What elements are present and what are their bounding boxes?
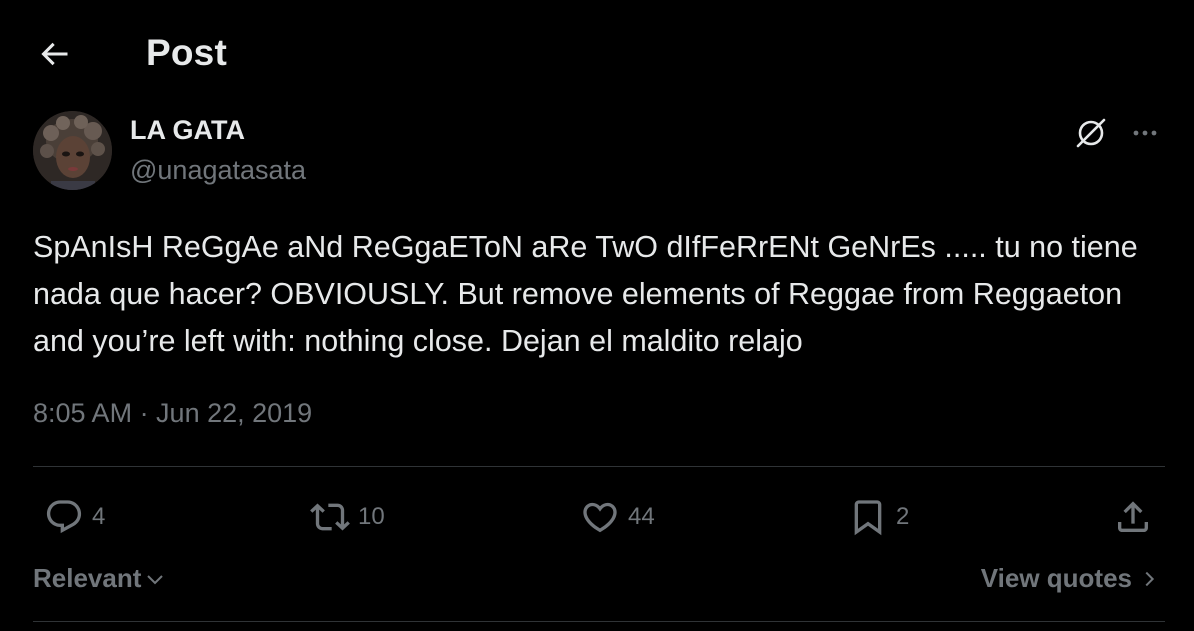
back-button[interactable] [34, 34, 74, 74]
view-quotes-link[interactable]: View quotes [981, 563, 1160, 594]
like-count: 44 [628, 503, 655, 530]
bookmark-icon [854, 500, 882, 536]
divider [33, 466, 1165, 467]
grok-icon [1076, 118, 1106, 148]
like-button[interactable]: 44 [580, 495, 655, 539]
divider-bottom [33, 621, 1165, 622]
arrow-left-icon [41, 42, 68, 66]
reply-icon [46, 500, 82, 534]
retweet-icon [310, 503, 350, 531]
bookmark-button[interactable]: 2 [848, 495, 909, 539]
chevron-right-icon [1145, 571, 1155, 586]
share-icon [1118, 501, 1148, 532]
avatar-image [33, 111, 112, 190]
share-button[interactable] [1113, 495, 1153, 539]
more-options-button[interactable] [1124, 112, 1166, 154]
reply-button[interactable]: 4 [44, 495, 105, 539]
author-handle[interactable]: @unagatasata [130, 155, 306, 186]
retweet-count: 10 [358, 503, 385, 530]
author-display-name[interactable]: LA GATA [130, 115, 245, 146]
grok-button[interactable] [1070, 112, 1112, 154]
page-title: Post [146, 32, 227, 73]
heart-icon [583, 502, 617, 533]
view-quotes-label: View quotes [980, 563, 1132, 593]
post-text: SpAnIsH ReGgAe aNd ReGgaEToN aRe TwO dIf… [33, 230, 1147, 358]
sort-label: Relevant [33, 563, 142, 593]
reply-count: 4 [92, 503, 106, 530]
more-dots-icon [1133, 130, 1157, 136]
retweet-button[interactable]: 10 [310, 495, 385, 539]
sort-replies-dropdown[interactable]: Relevant [33, 563, 167, 594]
post-timestamp[interactable]: 8:05 AM · Jun 22, 2019 [33, 398, 312, 429]
bookmark-count: 2 [896, 503, 910, 530]
avatar[interactable] [33, 111, 112, 190]
page-header: Post [0, 0, 1194, 108]
chevron-down-icon [147, 574, 164, 584]
